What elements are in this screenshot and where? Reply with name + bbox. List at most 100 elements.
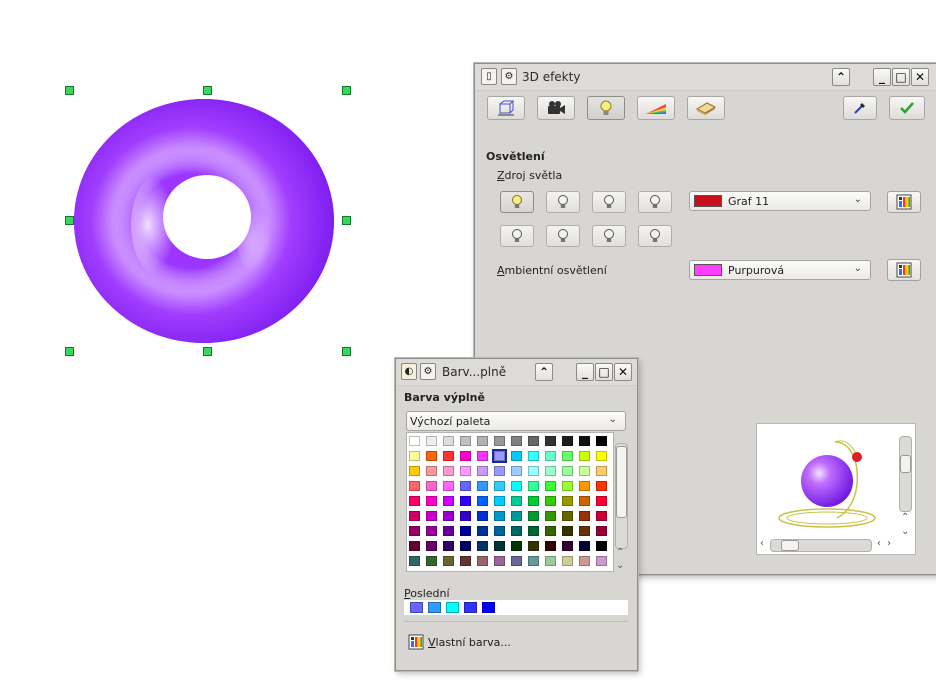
palette-color-swatch[interactable] bbox=[511, 556, 522, 566]
palette-color-swatch[interactable] bbox=[494, 511, 505, 521]
palette-color-swatch[interactable] bbox=[426, 451, 437, 461]
pipette-button[interactable] bbox=[843, 96, 877, 120]
light-source-4-button[interactable] bbox=[638, 191, 672, 213]
window-menu-icon[interactable]: ⚙ bbox=[501, 68, 517, 85]
palette-color-swatch[interactable] bbox=[460, 511, 471, 521]
textures-button[interactable] bbox=[637, 96, 675, 120]
palette-color-swatch[interactable] bbox=[443, 481, 454, 491]
palette-color-swatch[interactable] bbox=[579, 481, 590, 491]
palette-color-swatch[interactable] bbox=[494, 526, 505, 536]
maximize-button[interactable]: □ bbox=[595, 363, 613, 381]
palette-color-swatch[interactable] bbox=[545, 526, 556, 536]
shade-button[interactable]: ⌃ bbox=[832, 68, 850, 86]
scroll-thumb[interactable] bbox=[616, 446, 627, 518]
palette-color-swatch[interactable] bbox=[460, 496, 471, 506]
palette-color-swatch[interactable] bbox=[443, 526, 454, 536]
titlebar[interactable]: ◐ ⚙ Barv...plně ⌃ _ □ ✕ bbox=[396, 359, 637, 386]
window-menu-icon[interactable]: ⚙ bbox=[420, 363, 436, 380]
palette-color-swatch[interactable] bbox=[477, 496, 488, 506]
scroll-thumb[interactable] bbox=[781, 540, 799, 551]
preview-horizontal-scrollbar[interactable] bbox=[770, 539, 872, 552]
ambient-color-select[interactable]: Purpurová ⌄ bbox=[689, 260, 871, 280]
palette-color-swatch[interactable] bbox=[545, 511, 556, 521]
palette-color-swatch[interactable] bbox=[511, 466, 522, 476]
palette-color-swatch[interactable] bbox=[579, 511, 590, 521]
palette-color-swatch[interactable] bbox=[477, 511, 488, 521]
palette-color-swatch[interactable] bbox=[596, 496, 607, 506]
palette-color-swatch[interactable] bbox=[562, 556, 573, 566]
torus-object[interactable] bbox=[69, 90, 347, 352]
palette-color-swatch[interactable] bbox=[494, 436, 505, 446]
palette-color-swatch[interactable] bbox=[460, 541, 471, 551]
scroll-up-icon[interactable]: ⌃ bbox=[616, 547, 624, 558]
palette-color-swatch[interactable] bbox=[579, 436, 590, 446]
palette-select[interactable]: Výchozí paleta ⌄ bbox=[406, 411, 626, 431]
palette-color-swatch[interactable] bbox=[477, 481, 488, 491]
scroll-down-icon[interactable]: ⌄ bbox=[901, 526, 909, 537]
maximize-button[interactable]: □ bbox=[892, 68, 910, 86]
shade-button[interactable]: ⌃ bbox=[535, 363, 553, 381]
palette-color-swatch[interactable] bbox=[579, 466, 590, 476]
palette-color-swatch[interactable] bbox=[596, 451, 607, 461]
palette-color-swatch[interactable] bbox=[409, 466, 420, 476]
palette-color-swatch[interactable] bbox=[562, 541, 573, 551]
palette-color-swatch[interactable] bbox=[562, 511, 573, 521]
light-source-5-button[interactable] bbox=[500, 225, 534, 247]
palette-color-swatch[interactable] bbox=[528, 466, 539, 476]
palette-color-swatch[interactable] bbox=[579, 541, 590, 551]
palette-color-swatch[interactable] bbox=[426, 436, 437, 446]
close-button[interactable]: ✕ bbox=[614, 363, 632, 381]
resize-handle-bottom-right[interactable] bbox=[342, 347, 351, 356]
palette-color-swatch[interactable] bbox=[477, 556, 488, 566]
palette-color-swatch[interactable] bbox=[562, 526, 573, 536]
ambient-color-dialog-button[interactable] bbox=[887, 259, 921, 281]
recent-color-swatch[interactable] bbox=[410, 602, 423, 613]
resize-handle-bottom-left[interactable] bbox=[65, 347, 74, 356]
palette-color-swatch[interactable] bbox=[545, 466, 556, 476]
material-button[interactable] bbox=[687, 96, 725, 120]
palette-color-swatch[interactable] bbox=[511, 451, 522, 461]
palette-color-swatch[interactable] bbox=[409, 511, 420, 521]
resize-handle-top-left[interactable] bbox=[65, 86, 74, 95]
resize-handle-bottom[interactable] bbox=[203, 347, 212, 356]
lighting-button[interactable] bbox=[587, 96, 625, 120]
palette-color-swatch[interactable] bbox=[460, 466, 471, 476]
palette-color-swatch[interactable] bbox=[596, 481, 607, 491]
light-color-select[interactable]: Graf 11 ⌄ bbox=[689, 191, 871, 211]
resize-handle-left[interactable] bbox=[65, 216, 74, 225]
palette-color-swatch[interactable] bbox=[562, 451, 573, 461]
palette-color-swatch[interactable] bbox=[528, 526, 539, 536]
palette-color-swatch[interactable] bbox=[494, 466, 505, 476]
palette-color-swatch[interactable] bbox=[477, 526, 488, 536]
light-source-6-button[interactable] bbox=[546, 225, 580, 247]
palette-color-swatch[interactable] bbox=[596, 526, 607, 536]
resize-handle-right[interactable] bbox=[342, 216, 351, 225]
palette-color-swatch[interactable] bbox=[528, 496, 539, 506]
geometry-button[interactable] bbox=[487, 96, 525, 120]
light-source-3-button[interactable] bbox=[592, 191, 626, 213]
scroll-down-icon[interactable]: ⌄ bbox=[616, 560, 624, 571]
palette-color-swatch[interactable] bbox=[511, 436, 522, 446]
palette-color-swatch[interactable] bbox=[579, 556, 590, 566]
palette-color-swatch[interactable] bbox=[528, 451, 539, 461]
palette-color-swatch[interactable] bbox=[443, 541, 454, 551]
scroll-right-icon[interactable]: › bbox=[887, 538, 891, 549]
palette-color-swatch[interactable] bbox=[579, 526, 590, 536]
palette-color-swatch[interactable] bbox=[596, 541, 607, 551]
palette-color-swatch[interactable] bbox=[596, 511, 607, 521]
palette-color-swatch[interactable] bbox=[562, 466, 573, 476]
titlebar[interactable]: ▯ ⚙ 3D efekty ⌃ _ □ ✕ bbox=[475, 64, 936, 91]
palette-color-swatch[interactable] bbox=[477, 541, 488, 551]
palette-color-swatch[interactable] bbox=[545, 436, 556, 446]
palette-color-swatch[interactable] bbox=[443, 496, 454, 506]
palette-color-swatch[interactable] bbox=[426, 496, 437, 506]
palette-color-swatch[interactable] bbox=[579, 496, 590, 506]
palette-color-swatch[interactable] bbox=[511, 526, 522, 536]
palette-color-swatch[interactable] bbox=[426, 466, 437, 476]
recent-color-swatch[interactable] bbox=[482, 602, 495, 613]
palette-color-swatch[interactable] bbox=[596, 436, 607, 446]
palette-color-swatch[interactable] bbox=[409, 556, 420, 566]
palette-color-swatch[interactable] bbox=[426, 526, 437, 536]
palette-color-swatch[interactable] bbox=[494, 556, 505, 566]
palette-color-swatch[interactable] bbox=[460, 451, 471, 461]
